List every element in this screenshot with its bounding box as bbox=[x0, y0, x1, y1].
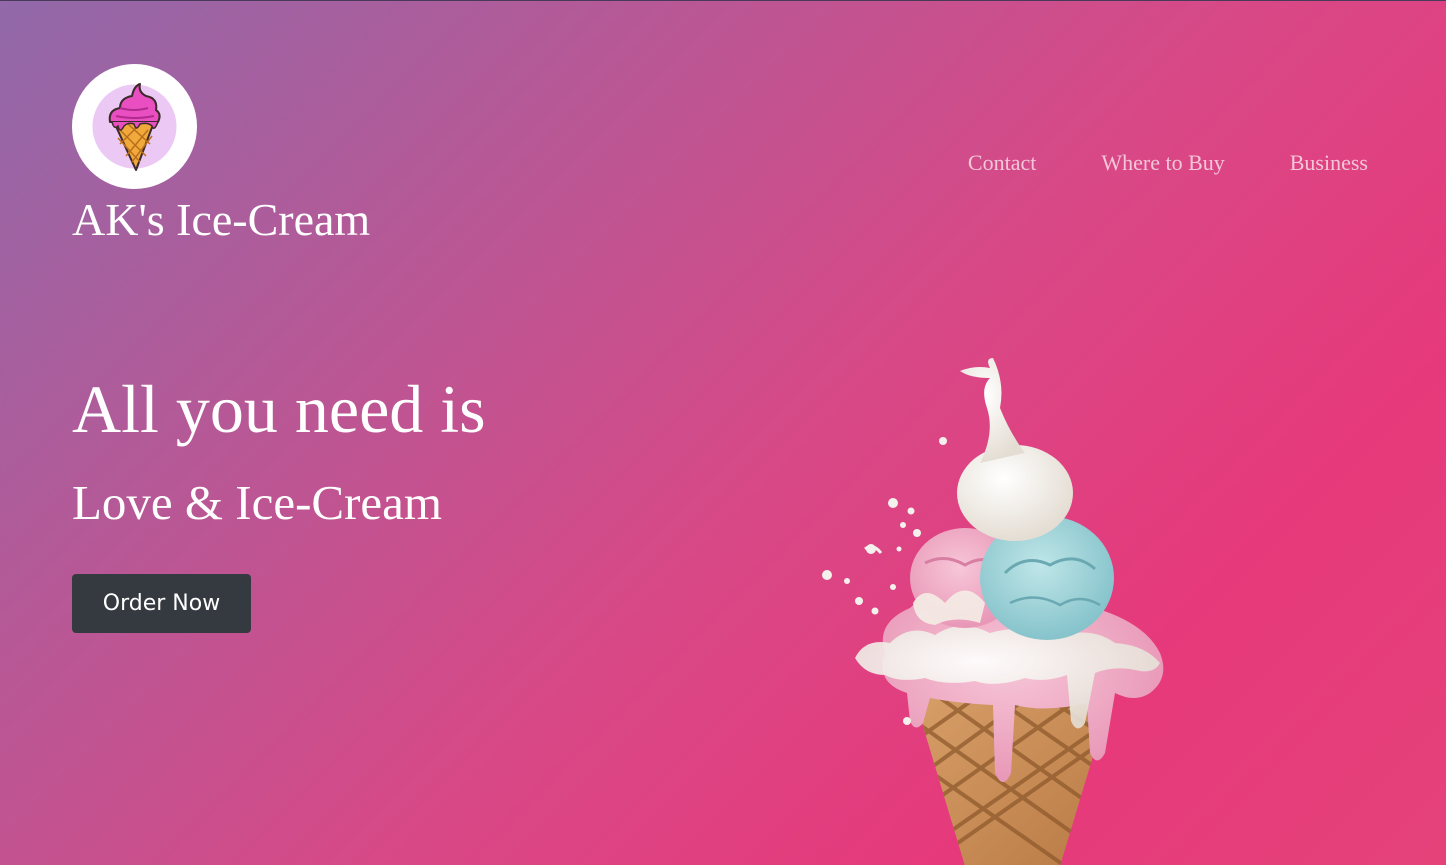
hero-ice-cream-image bbox=[815, 353, 1175, 865]
nav-link-business[interactable]: Business bbox=[1290, 147, 1368, 179]
nav-link-where-to-buy[interactable]: Where to Buy bbox=[1101, 147, 1224, 179]
main-nav: Contact Where to Buy Business bbox=[968, 147, 1368, 179]
brand-name: AK's Ice-Cream bbox=[72, 194, 371, 245]
nav-link-contact[interactable]: Contact bbox=[968, 147, 1036, 179]
hero-title: All you need is bbox=[72, 371, 486, 447]
ice-cream-cone-illustration bbox=[822, 358, 1164, 865]
ice-cream-cone-icon bbox=[92, 83, 177, 171]
brand-logo[interactable] bbox=[72, 64, 197, 189]
order-now-button[interactable]: Order Now bbox=[72, 574, 251, 633]
hero-subtitle: Love & Ice-Cream bbox=[72, 475, 443, 530]
